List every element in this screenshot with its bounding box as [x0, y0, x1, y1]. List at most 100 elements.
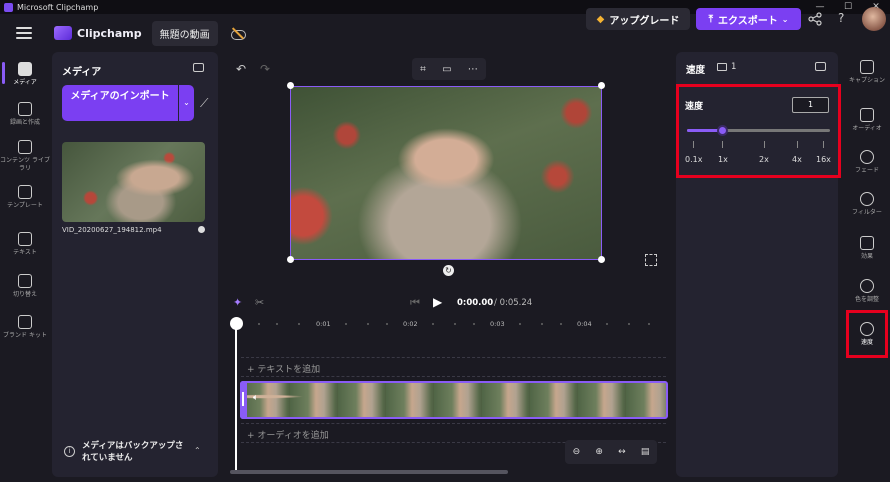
- volume-icon[interactable]: 🔈︎: [253, 393, 258, 403]
- clip-count-icon: [717, 63, 727, 71]
- rnav-label: 色を調整: [854, 296, 879, 303]
- zoom-out-icon[interactable]: ⊖: [573, 447, 581, 457]
- preview-toolbar: ⌗ ▭ ⋯: [412, 58, 486, 80]
- zoom-in-icon[interactable]: ⊕: [595, 447, 603, 457]
- nav-item-library[interactable]: コンテンツ ライブラリ: [0, 140, 50, 173]
- resize-handle[interactable]: [287, 256, 294, 263]
- left-nav: メディア 録画と作成 コンテンツ ライブラリ テンプレート テキスト 切り替え …: [0, 52, 50, 482]
- ruler-tick: [432, 323, 434, 325]
- rnav-item-effects[interactable]: 効果: [844, 236, 890, 261]
- nav-item-transitions[interactable]: 切り替え: [0, 274, 50, 299]
- nav-label: 録画と作成: [9, 119, 40, 126]
- slider-tick: [722, 141, 723, 148]
- rnav-item-color[interactable]: 色を調整: [844, 279, 890, 304]
- clip-count: 1: [731, 62, 737, 72]
- speed-panel-title: 速度: [686, 65, 706, 76]
- scissors-icon[interactable]: ✂: [255, 296, 264, 309]
- share-icon[interactable]: [808, 12, 822, 26]
- magic-wand-icon[interactable]: ⟋: [200, 96, 214, 110]
- fade-icon: [860, 150, 874, 164]
- slider-tick-label: 4x: [792, 155, 802, 164]
- nav-label: テンプレート: [7, 202, 43, 209]
- crop-icon[interactable]: ⌗: [420, 64, 426, 75]
- slider-tick: [764, 141, 765, 148]
- nav-item-media[interactable]: メディア: [0, 62, 50, 87]
- close-panel-icon[interactable]: [815, 62, 826, 71]
- undo-icon[interactable]: ↶: [236, 62, 246, 76]
- resize-handle[interactable]: [598, 256, 605, 263]
- rnav-label: オーディオ: [852, 125, 882, 132]
- rnav-label: フィルター: [852, 209, 882, 216]
- upgrade-label: アップグレード: [609, 15, 680, 27]
- speed-slider[interactable]: [687, 129, 830, 132]
- audio-icon: [860, 108, 874, 122]
- nav-item-templates[interactable]: テンプレート: [0, 185, 50, 210]
- window-title: Microsoft Clipchamp: [17, 2, 99, 12]
- media-thumbnail[interactable]: [62, 142, 205, 222]
- playhead[interactable]: [230, 317, 243, 330]
- slider-tick-label: 0.1x: [685, 155, 703, 164]
- play-icon[interactable]: ▶: [433, 295, 442, 309]
- fit-icon[interactable]: ▭: [442, 64, 451, 75]
- import-media-button[interactable]: メディアのインポート: [62, 85, 178, 121]
- speed-slider-thumb[interactable]: [717, 125, 728, 136]
- clipchamp-logo: [54, 26, 72, 40]
- export-label: エクスポート: [718, 15, 778, 27]
- brand-name: Clipchamp: [77, 26, 142, 40]
- video-clip[interactable]: [240, 381, 668, 419]
- upgrade-button[interactable]: ◆ アップグレード: [586, 8, 690, 30]
- color-adjust-icon: [860, 279, 874, 293]
- clip-trim-handle[interactable]: [240, 381, 247, 419]
- ruler-label: 0:02: [403, 320, 418, 328]
- text-icon: [18, 232, 32, 246]
- project-name-field[interactable]: 無題の動画: [151, 20, 218, 46]
- nav-item-record[interactable]: 録画と作成: [0, 102, 50, 127]
- ruler-tick: [648, 323, 650, 325]
- export-button[interactable]: ⤒ エクスポート ⌄: [696, 8, 801, 30]
- filters-icon: [860, 192, 874, 206]
- ruler-tick: [258, 323, 260, 325]
- resize-handle[interactable]: [598, 82, 605, 89]
- chevron-up-icon[interactable]: ⌃: [194, 446, 201, 455]
- fullscreen-icon[interactable]: [645, 254, 657, 266]
- total-time: / 0:05.24: [494, 298, 533, 308]
- timeline-scrollbar[interactable]: [230, 470, 508, 474]
- speed-value-input[interactable]: 1: [792, 97, 829, 113]
- more-icon[interactable]: ⋯: [468, 64, 478, 75]
- media-file-name: VID_20200627_194812.mp4: [62, 226, 162, 234]
- nav-item-text[interactable]: テキスト: [0, 232, 50, 257]
- timeline-view-icon[interactable]: ▤: [641, 447, 650, 457]
- avatar[interactable]: [862, 7, 886, 31]
- captions-icon: [860, 60, 874, 74]
- rnav-label: キャプション: [848, 77, 885, 84]
- sparkle-icon[interactable]: ✦: [233, 296, 242, 309]
- collapse-panel-icon[interactable]: [193, 63, 204, 72]
- fit-timeline-icon[interactable]: ↔: [618, 447, 626, 457]
- skip-back-icon[interactable]: ⏮: [410, 296, 420, 310]
- transitions-icon: [18, 274, 32, 288]
- video-preview[interactable]: [290, 86, 602, 260]
- nav-item-brand-kit[interactable]: ブランド キット: [0, 315, 50, 340]
- rnav-item-fade[interactable]: フェード: [844, 150, 890, 175]
- rnav-item-audio[interactable]: オーディオ: [844, 108, 890, 133]
- right-nav: キャプション オーディオ フェード フィルター 効果 色を調整 速度: [844, 52, 890, 482]
- library-icon: [18, 140, 32, 154]
- redo-icon[interactable]: ↷: [260, 62, 270, 76]
- ruler-label: 0:03: [490, 320, 505, 328]
- nav-label: コンテンツ ライブラリ: [0, 157, 50, 172]
- text-track[interactable]: + テキストを追加: [241, 357, 666, 377]
- help-icon[interactable]: ?: [838, 11, 844, 25]
- rnav-item-captions[interactable]: キャプション: [844, 60, 890, 85]
- cloud-off-icon[interactable]: [230, 27, 246, 40]
- menu-icon[interactable]: [16, 27, 32, 39]
- rotate-icon[interactable]: ↻: [443, 265, 454, 276]
- rnav-item-filters[interactable]: フィルター: [844, 192, 890, 217]
- backup-notice[interactable]: i メディアはバックアップされていません ⌃: [60, 437, 210, 471]
- rnav-label: 効果: [860, 253, 873, 260]
- ruler-tick: [345, 323, 347, 325]
- ruler-tick: [606, 323, 608, 325]
- ruler-tick: [276, 323, 278, 325]
- resize-handle[interactable]: [287, 82, 294, 89]
- ruler-tick: [560, 323, 562, 325]
- import-options-chevron[interactable]: ⌄: [179, 85, 194, 121]
